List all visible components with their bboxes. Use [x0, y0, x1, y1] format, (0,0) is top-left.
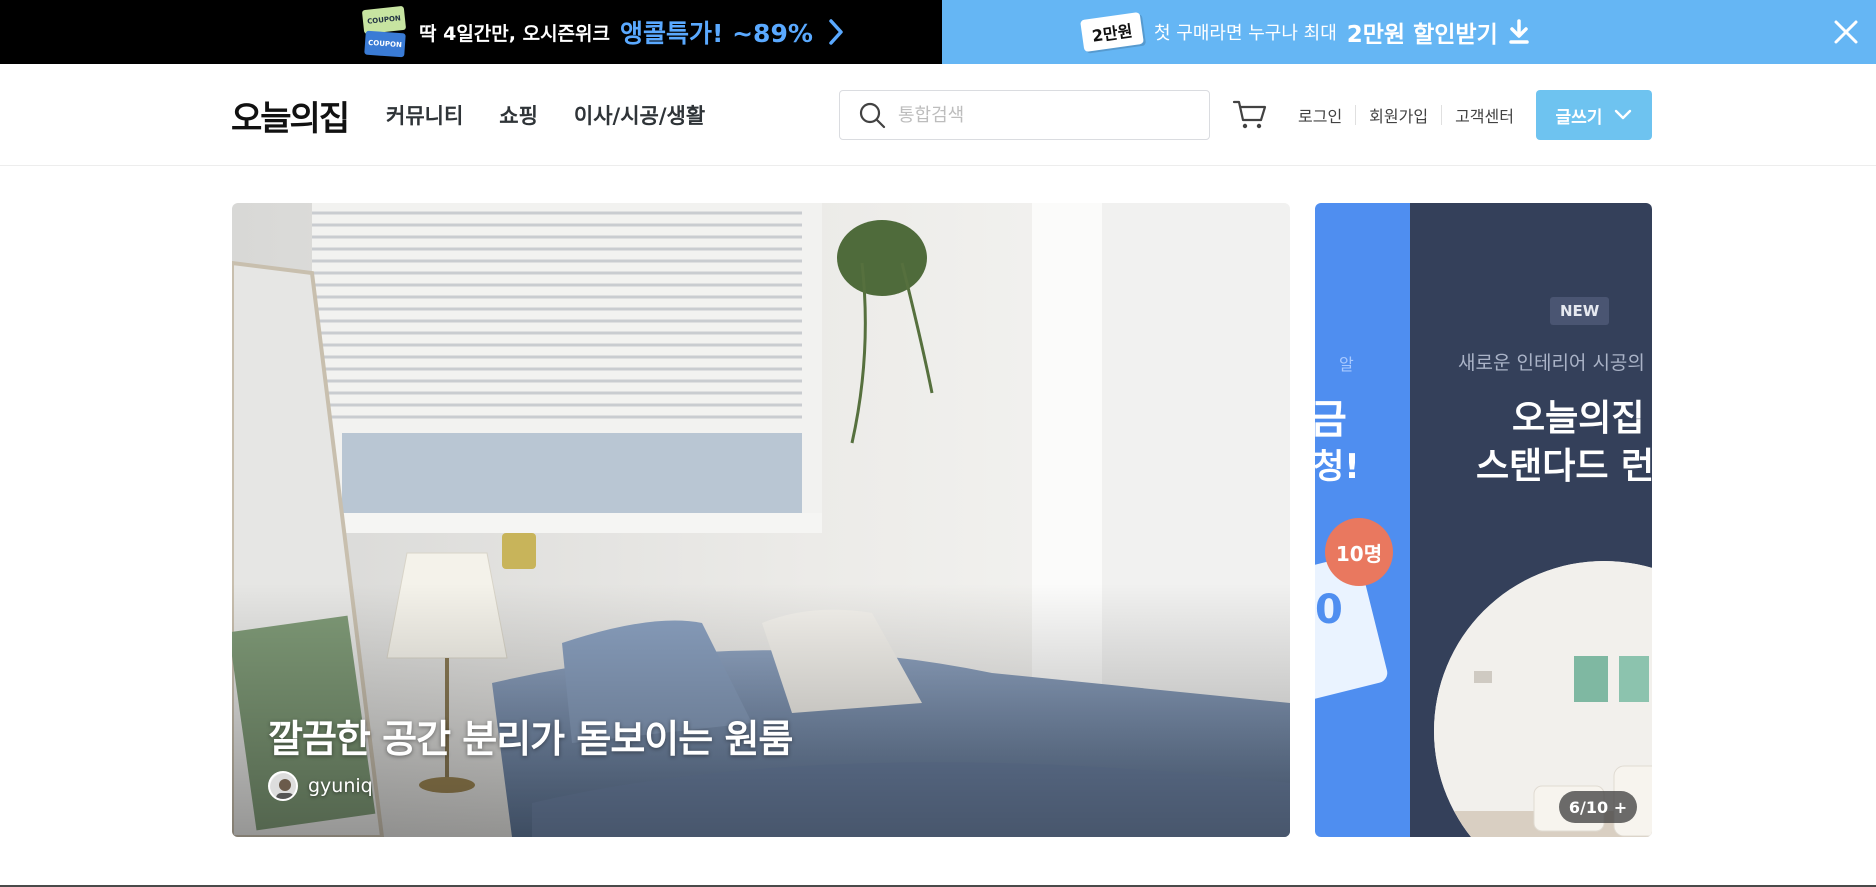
nav-shopping[interactable]: 쇼핑 — [499, 100, 538, 130]
search-icon — [859, 102, 886, 129]
new-badge: NEW — [1550, 297, 1610, 325]
customer-center-link[interactable]: 고객센터 — [1442, 103, 1527, 127]
main-header: 오늘의집 커뮤니티 쇼핑 이사/시공/생활 로그인 회원가입 고객센터 글쓰기 — [0, 64, 1876, 166]
main-nav: 커뮤니티 쇼핑 이사/시공/생활 — [386, 64, 705, 166]
hero-story-card[interactable]: 깔끔한 공간 분리가 돋보이는 원룸 gyuniq — [232, 203, 1290, 837]
promo-left-highlight: 앵콜특가! ~89% — [620, 19, 813, 48]
promo-right-label: 첫 구매라면 누구나 최대 — [1154, 23, 1337, 44]
current-banner: NEW 새로운 인테리어 시공의 오늘의집 스탠다드 런칭 6/10 + — [1410, 203, 1652, 837]
login-link[interactable]: 로그인 — [1298, 103, 1355, 127]
chevron-down-icon — [1615, 109, 1632, 120]
promo-right-text: 첫 구매라면 누구나 최대 2만원 할인받기 — [1154, 0, 1530, 64]
user-links: 로그인 회원가입 고객센터 — [1298, 64, 1527, 166]
promo-bar: COUPON COUPON 딱 4일간만, 오시즌위크 앵콜특가! ~89% 2… — [0, 0, 1876, 64]
search-box[interactable] — [839, 90, 1210, 140]
write-button[interactable]: 글쓰기 — [1536, 90, 1652, 140]
chevron-right-icon — [829, 19, 843, 45]
avatar — [268, 771, 298, 801]
site-logo[interactable]: 오늘의집 — [231, 91, 350, 140]
promo-left-label: 딱 4일간만, 오시즌위크 — [419, 22, 610, 45]
hero-title: 깔끔한 공간 분리가 돋보이는 원룸 — [268, 717, 793, 761]
cart-icon[interactable] — [1232, 96, 1268, 132]
promo-right-highlight: 2만원 할인받기 — [1346, 22, 1498, 48]
banner-headline-1: 오늘의집 — [1512, 398, 1645, 439]
prev-banner-peek: 알 금 청! 0 10명 — [1315, 203, 1410, 837]
close-icon[interactable] — [1828, 14, 1864, 50]
promo-left-text: 딱 4일간만, 오시즌위크 앵콜특가! ~89% — [419, 0, 849, 64]
banner-subtitle: 새로운 인테리어 시공의 — [1458, 352, 1645, 374]
banner-headline-2: 스탠다드 런칭 — [1476, 446, 1652, 487]
author-name: gyuniq — [308, 775, 373, 797]
signup-link[interactable]: 회원가입 — [1356, 103, 1441, 127]
nav-moving-construction[interactable]: 이사/시공/생활 — [574, 100, 705, 130]
promo-banner-left[interactable]: COUPON COUPON 딱 4일간만, 오시즌위크 앵콜특가! ~89% — [0, 0, 942, 64]
nav-community[interactable]: 커뮤니티 — [386, 100, 463, 130]
coupon-icon: COUPON COUPON — [361, 5, 407, 58]
promo-banner-right[interactable]: 2만원 첫 구매라면 누구나 최대 2만원 할인받기 — [942, 0, 1876, 64]
download-icon — [1509, 19, 1529, 44]
carousel-pager[interactable]: 6/10 + — [1559, 791, 1637, 823]
count-badge: 10명 — [1325, 518, 1393, 586]
search-input[interactable] — [898, 104, 1188, 126]
hero-author[interactable]: gyuniq — [268, 771, 373, 801]
write-button-label: 글쓰기 — [1555, 107, 1603, 128]
event-banner-carousel[interactable]: 알 금 청! 0 10명 NEW 새로운 인테리어 시공의 오늘의집 스탠다드 … — [1315, 203, 1652, 837]
discount-badge: 2만원 — [1080, 11, 1144, 53]
